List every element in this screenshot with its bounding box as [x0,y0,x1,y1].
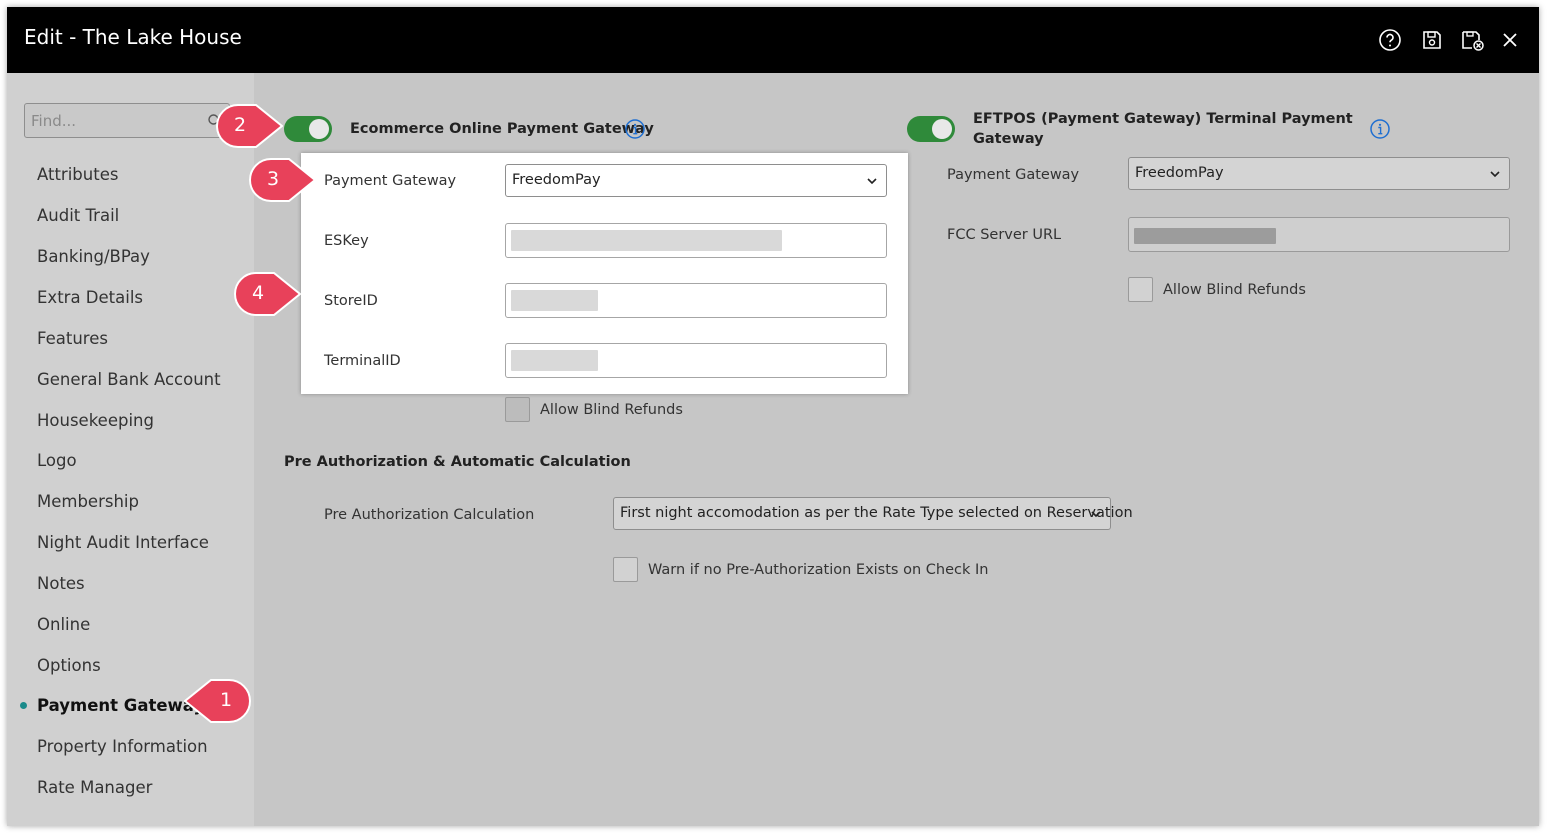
ecommerce-allow-blind-refunds-label: Allow Blind Refunds [540,402,683,418]
sidebar-item-night-audit-interface[interactable]: Night Audit Interface [37,533,209,552]
callout-number: 3 [266,168,280,190]
terminalid-input[interactable] [505,343,887,378]
sidebar-item-audit-trail[interactable]: Audit Trail [37,206,119,225]
preauth-calculation-label: Pre Authorization Calculation [324,507,535,523]
eskey-input[interactable] [505,223,887,258]
close-icon[interactable] [1497,27,1523,53]
redacted-value [511,290,598,311]
sidebar-item-membership[interactable]: Membership [37,492,139,511]
callout-badge-1: 1 [184,678,252,724]
sidebar-item-rate-manager[interactable]: Rate Manager [37,778,152,797]
warn-no-preauth-label: Warn if no Pre-Authorization Exists on C… [648,562,989,578]
sidebar-item-general-bank-account[interactable]: General Bank Account [37,370,221,389]
active-indicator-dot [20,702,27,709]
callout-number: 1 [219,689,233,711]
chevron-down-icon [1490,171,1500,178]
callout-badge-3: 3 [248,157,316,203]
preauth-calculation-select[interactable]: First night accomodation as per the Rate… [613,497,1133,530]
ecommerce-gateway-title: Ecommerce Online Payment Gateway [350,121,654,137]
sidebar-item-banking-bpay[interactable]: Banking/BPay [37,247,150,266]
info-icon[interactable] [1369,118,1391,140]
sidebar-item-attributes[interactable]: Attributes [37,165,118,184]
chevron-down-icon [1091,511,1101,518]
redacted-value [511,350,598,371]
eftpos-payment-gateway-label: Payment Gateway [947,167,1080,183]
storeid-input[interactable] [505,283,887,318]
ecommerce-gateway-toggle[interactable] [284,116,332,142]
window-title: Edit - The Lake House [24,25,242,49]
save-icon[interactable] [1419,27,1445,53]
sidebar-item-property-information[interactable]: Property Information [37,737,208,756]
callout-number: 4 [251,282,265,304]
callout-badge-4: 4 [233,271,301,317]
callout-badge-2: 2 [215,103,283,149]
info-icon[interactable] [624,118,646,140]
edit-property-window: Edit - The Lake House Attributes Audit T… [7,7,1539,826]
redacted-value [511,230,782,251]
preauth-section-title: Pre Authorization & Automatic Calculatio… [284,454,631,470]
sidebar-item-notes[interactable]: Notes [37,574,85,593]
toggle-knob [309,119,329,139]
ecommerce-payment-gateway-select[interactable]: FreedomPay [505,164,887,197]
eftpos-allow-blind-refunds-checkbox[interactable] [1128,277,1153,302]
fcc-server-url-label: FCC Server URL [947,227,1062,243]
eftpos-gateway-toggle[interactable] [907,116,955,142]
eftpos-allow-blind-refunds-label: Allow Blind Refunds [1163,282,1306,298]
ecommerce-allow-blind-refunds-checkbox[interactable] [505,397,530,422]
eftpos-gateway-title: EFTPOS (Payment Gateway) Terminal Paymen… [973,111,1353,127]
sidebar-item-extra-details[interactable]: Extra Details [37,288,143,307]
sidebar-item-housekeeping[interactable]: Housekeeping [37,411,154,430]
fcc-server-url-input[interactable] [1128,217,1510,252]
help-icon[interactable] [1377,27,1403,53]
ecommerce-settings-panel: Payment Gateway FreedomPay ESKey StoreID… [301,153,908,394]
select-value: FreedomPay [512,172,601,188]
sidebar-item-online[interactable]: Online [37,615,90,634]
search-input[interactable] [25,104,205,137]
payment-gateway-label: Payment Gateway [324,173,457,189]
select-value: First night accomodation as per the Rate… [620,505,1133,521]
select-value: FreedomPay [1135,165,1224,181]
chevron-down-icon [867,178,877,185]
terminalid-label: TerminalID [324,353,401,369]
sidebar-search [24,103,230,138]
sidebar-item-features[interactable]: Features [37,329,108,348]
eftpos-gateway-title-line2: Gateway [973,131,1044,147]
sidebar-item-logo[interactable]: Logo [37,451,77,470]
eskey-label: ESKey [324,233,369,249]
warn-no-preauth-checkbox[interactable] [613,557,638,582]
eftpos-payment-gateway-select[interactable]: FreedomPay [1128,157,1510,190]
callout-number: 2 [233,114,247,136]
toggle-knob [932,119,952,139]
redacted-value [1134,228,1276,244]
sidebar-item-payment-gateway[interactable]: Payment Gateway [37,696,204,715]
save-and-close-icon[interactable] [1460,27,1486,53]
title-bar: Edit - The Lake House [7,7,1539,73]
storeid-label: StoreID [324,293,378,309]
sidebar-item-options[interactable]: Options [37,656,101,675]
